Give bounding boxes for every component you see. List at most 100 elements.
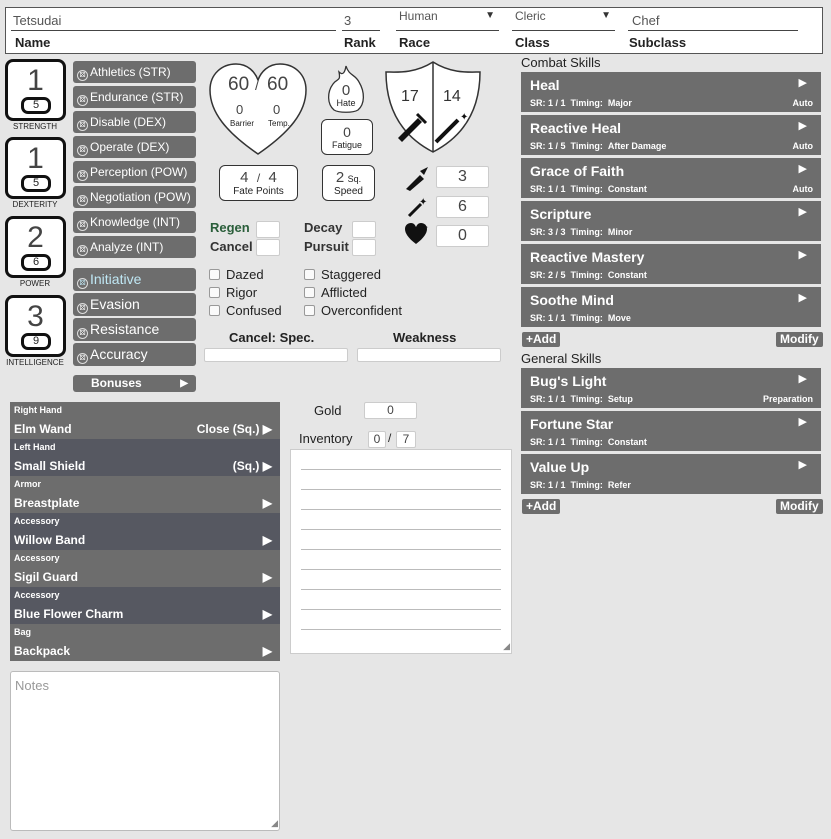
combat-skill-card[interactable]: Reactive Heal ▶ SR: 1 / 5 Timing: After …: [521, 115, 821, 155]
hate-value[interactable]: 0: [325, 82, 367, 99]
equip-slot-right-hand[interactable]: Right Hand Elm Wand Close (Sq.) ▶: [10, 402, 280, 439]
combat-skill-card[interactable]: Grace of Faith ▶ SR: 1 / 1 Timing: Const…: [521, 158, 821, 198]
weakness-label: Weakness: [393, 330, 457, 345]
hp-current[interactable]: 60: [228, 74, 249, 96]
inventory-used[interactable]: 0: [368, 431, 386, 448]
regen-label: Regen: [210, 220, 250, 235]
inventory-label: Inventory: [299, 431, 353, 446]
equip-slot-accessory-2[interactable]: Accessory Sigil Guard ▶: [10, 550, 280, 587]
intelligence-mod: 9: [21, 333, 51, 350]
skill-knowledge-button[interactable]: ⚄ Knowledge (INT): [73, 211, 196, 233]
equip-slot-left-hand[interactable]: Left Hand Small Shield (Sq.) ▶: [10, 439, 280, 476]
rigor-checkbox[interactable]: [209, 287, 220, 298]
name-label: Name: [15, 35, 51, 50]
arrow-right-icon: ▶: [798, 416, 807, 428]
resize-handle-icon[interactable]: ◢: [271, 818, 278, 829]
general-skill-card[interactable]: Value Up ▶ SR: 1 / 1 Timing: Refer: [521, 454, 821, 494]
combat-skill-card[interactable]: Soothe Mind ▶ SR: 1 / 1 Timing: Move: [521, 287, 821, 327]
temp-value[interactable]: 0: [273, 102, 280, 117]
skill-negotiation-button[interactable]: ⚄ Negotiation (POW): [73, 186, 196, 208]
arrow-right-icon: ▶: [798, 292, 807, 304]
cancel-spec-label: Cancel: Spec.: [229, 330, 315, 345]
subclass-field[interactable]: Chef: [628, 13, 798, 31]
equip-slot-bag[interactable]: Bag Backpack ▶: [10, 624, 280, 661]
class-select[interactable]: Cleric ▼: [512, 9, 615, 31]
confused-label: Confused: [226, 303, 282, 318]
modify-general-skills-button[interactable]: Modify: [776, 499, 823, 514]
add-combat-skill-button[interactable]: +Add: [522, 332, 561, 347]
name-field[interactable]: Tetsudai: [11, 13, 336, 31]
staggered-checkbox[interactable]: [304, 269, 315, 280]
hp-max[interactable]: 60: [267, 74, 288, 96]
dexterity-box[interactable]: 1 5: [5, 137, 66, 199]
cancel-label: Cancel: [210, 239, 253, 254]
general-skill-card[interactable]: Bug's Light ▶ SR: 1 / 1 Timing: Setup Pr…: [521, 368, 821, 408]
initiative-button[interactable]: ⚄ Initiative: [73, 268, 196, 291]
bonuses-button[interactable]: Bonuses ▶: [73, 375, 196, 392]
equipment-list: Right Hand Elm Wand Close (Sq.) ▶ Left H…: [10, 402, 280, 661]
dice-icon: ⚄: [77, 195, 88, 206]
heart-value[interactable]: 0: [436, 225, 489, 247]
strength-value: 1: [27, 64, 44, 97]
modify-combat-skills-button[interactable]: Modify: [776, 332, 823, 347]
strength-box[interactable]: 1 5: [5, 59, 66, 121]
combat-skill-card[interactable]: Reactive Mastery ▶ SR: 2 / 5 Timing: Con…: [521, 244, 821, 284]
skill-analyze-button[interactable]: ⚄ Analyze (INT): [73, 236, 196, 258]
speed-box[interactable]: 2 Sq. Speed: [322, 165, 375, 201]
power-box[interactable]: 2 6: [5, 216, 66, 278]
equip-slot-armor[interactable]: Armor Breastplate ▶: [10, 476, 280, 513]
afflicted-checkbox[interactable]: [304, 287, 315, 298]
dice-icon: ⚄: [77, 353, 88, 364]
dazed-checkbox[interactable]: [209, 269, 220, 280]
equip-slot-accessory-1[interactable]: Accessory Willow Band ▶: [10, 513, 280, 550]
fate-points-box[interactable]: 4 / 4 Fate Points: [219, 165, 298, 201]
temp-label: Temp.: [268, 119, 290, 128]
skill-operate-button[interactable]: ⚄ Operate (DEX): [73, 136, 196, 158]
speed-value: 2: [335, 169, 345, 186]
resistance-button[interactable]: ⚄ Resistance: [73, 318, 196, 341]
subclass-label: Subclass: [629, 35, 687, 50]
evasion-button[interactable]: ⚄ Evasion: [73, 293, 196, 316]
general-skill-card[interactable]: Fortune Star ▶ SR: 1 / 1 Timing: Constan…: [521, 411, 821, 451]
fatigue-box[interactable]: 0 Fatigue: [321, 119, 373, 155]
resize-handle-icon[interactable]: ◢: [503, 641, 510, 652]
rank-field[interactable]: 3: [342, 13, 380, 31]
regen-input[interactable]: [256, 221, 280, 238]
combat-skill-card[interactable]: Heal ▶ SR: 1 / 1 Timing: Major Auto: [521, 72, 821, 112]
weakness-input[interactable]: [357, 348, 501, 362]
intelligence-box[interactable]: 3 9: [5, 295, 66, 357]
barrier-value[interactable]: 0: [236, 102, 243, 117]
speed-unit: Sq.: [347, 174, 362, 184]
dice-icon: ⚄: [77, 70, 88, 81]
fate-separator: /: [256, 171, 261, 185]
inventory-textarea[interactable]: ◢: [290, 449, 512, 654]
decay-input[interactable]: [352, 221, 376, 238]
arrow-right-icon: ▶: [798, 77, 807, 89]
equip-slot-accessory-3[interactable]: Accessory Blue Flower Charm ▶: [10, 587, 280, 624]
hp-separator: /: [255, 77, 259, 93]
cancel-spec-input[interactable]: [204, 348, 348, 362]
accuracy-button[interactable]: ⚄ Accuracy: [73, 343, 196, 366]
shield-magic-defense-value[interactable]: 14: [443, 88, 461, 106]
skill-perception-button[interactable]: ⚄ Perception (POW): [73, 161, 196, 183]
notes-textarea[interactable]: Notes ◢: [10, 671, 280, 831]
combat-skill-card[interactable]: Scripture ▶ SR: 3 / 3 Timing: Minor: [521, 201, 821, 241]
power-label: POWER: [19, 279, 51, 288]
inventory-max[interactable]: 7: [396, 431, 416, 448]
svg-text:✦: ✦: [419, 197, 427, 208]
skill-endurance-button[interactable]: ⚄ Endurance (STR): [73, 86, 196, 108]
fate-label: Fate Points: [233, 186, 284, 197]
inventory-separator: /: [388, 431, 392, 445]
wand-value[interactable]: 6: [436, 196, 489, 218]
pursuit-input[interactable]: [352, 239, 376, 256]
confused-checkbox[interactable]: [209, 305, 220, 316]
skill-athletics-button[interactable]: ⚄ Athletics (STR): [73, 61, 196, 83]
gold-input[interactable]: 0: [364, 402, 417, 419]
add-general-skill-button[interactable]: +Add: [522, 499, 561, 514]
cancel-input[interactable]: [256, 239, 280, 256]
sword-value[interactable]: 3: [436, 166, 489, 188]
skill-disable-button[interactable]: ⚄ Disable (DEX): [73, 111, 196, 133]
race-select[interactable]: Human ▼: [396, 9, 499, 31]
shield-defense-value[interactable]: 17: [401, 88, 419, 106]
overconfident-checkbox[interactable]: [304, 305, 315, 316]
